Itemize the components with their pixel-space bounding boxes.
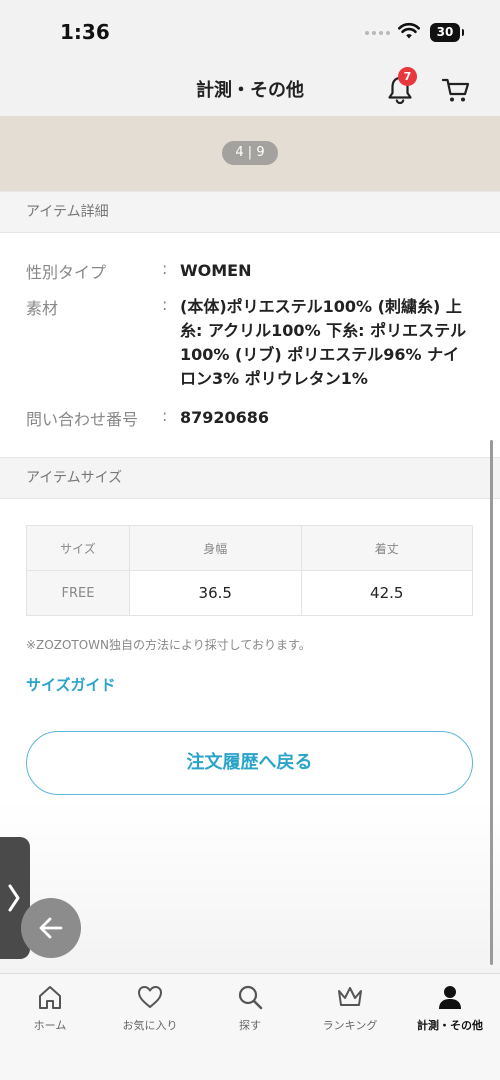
detail-label: 素材 xyxy=(26,299,59,318)
tab-label: ホーム xyxy=(33,1019,67,1032)
status-time: 1:36 xyxy=(60,20,110,44)
scrollbar[interactable] xyxy=(490,440,493,965)
size-table-header-row: サイズ 身幅 着丈 xyxy=(26,525,473,571)
length-cell: 42.5 xyxy=(300,570,473,616)
content-bottom-area xyxy=(0,800,500,973)
image-counter: 4 | 9 xyxy=(222,141,278,165)
tab-search[interactable]: 探す xyxy=(200,974,300,1036)
measurement-note: ※ZOZOTOWN独自の方法により採寸しております。 xyxy=(26,638,311,652)
arrow-left-icon xyxy=(39,917,63,939)
detail-value: WOMEN xyxy=(180,261,252,280)
size-cell: FREE xyxy=(26,570,130,616)
tab-label: 計測・その他 xyxy=(417,1019,483,1032)
tab-label: ランキング xyxy=(322,1019,378,1032)
detail-label: 問い合わせ番号 xyxy=(26,410,139,429)
detail-value: (本体)ポリエステル100% (刺繍糸) 上糸: アクリル100% 下糸: ポリ… xyxy=(180,297,467,388)
crown-icon xyxy=(338,987,362,1006)
back-to-orders-button[interactable]: 注文履歴へ戻る xyxy=(26,731,473,795)
tab-favorites[interactable]: お気に入り xyxy=(100,974,200,1036)
person-icon xyxy=(439,986,461,1009)
heart-icon xyxy=(138,986,162,1008)
app-header: 計測・その他 7 xyxy=(0,62,500,116)
tab-ranking[interactable]: ランキング xyxy=(300,974,400,1036)
battery-icon: 30 xyxy=(430,23,464,42)
bottom-tab-bar: ホーム お気に入り 探す ランキング 計測・その他 xyxy=(0,973,500,1080)
cart-icon xyxy=(441,78,470,102)
width-column-header: 身幅 xyxy=(129,525,302,571)
tab-label: 探す xyxy=(239,1019,261,1032)
detail-value: 87920686 xyxy=(180,408,270,427)
size-table: サイズ 身幅 着丈 FREE 36.5 42.5 xyxy=(26,525,473,616)
tab-label: お気に入り xyxy=(122,1019,178,1032)
width-cell: 36.5 xyxy=(129,570,302,616)
page-title: 計測・その他 xyxy=(196,80,304,101)
status-bar: 1:36 30 xyxy=(0,0,500,62)
search-icon xyxy=(238,985,263,1010)
chevron-right-icon xyxy=(8,884,20,912)
tab-home[interactable]: ホーム xyxy=(0,974,100,1036)
signal-dots-icon xyxy=(365,31,390,35)
item-details-header: アイテム詳細 xyxy=(0,191,500,233)
notification-badge: 7 xyxy=(398,67,417,86)
wifi-icon xyxy=(398,22,420,39)
item-size-header: アイテムサイズ xyxy=(0,457,500,499)
detail-colon: : xyxy=(162,259,168,278)
length-column-header: 着丈 xyxy=(300,525,473,571)
detail-colon: : xyxy=(162,295,168,314)
cart-button[interactable] xyxy=(440,74,472,106)
tab-measurement-other[interactable]: 計測・その他 xyxy=(400,974,500,1036)
detail-colon: : xyxy=(162,406,168,425)
product-image-gallery[interactable]: 4 | 9 xyxy=(0,116,500,191)
notification-button[interactable]: 7 xyxy=(384,67,417,106)
size-column-header: サイズ xyxy=(26,525,130,571)
size-guide-link[interactable]: サイズガイド xyxy=(26,674,116,695)
home-icon xyxy=(39,986,61,1009)
back-button[interactable] xyxy=(21,898,81,958)
table-row: FREE 36.5 42.5 xyxy=(26,570,473,616)
detail-label: 性別タイプ xyxy=(26,263,107,282)
